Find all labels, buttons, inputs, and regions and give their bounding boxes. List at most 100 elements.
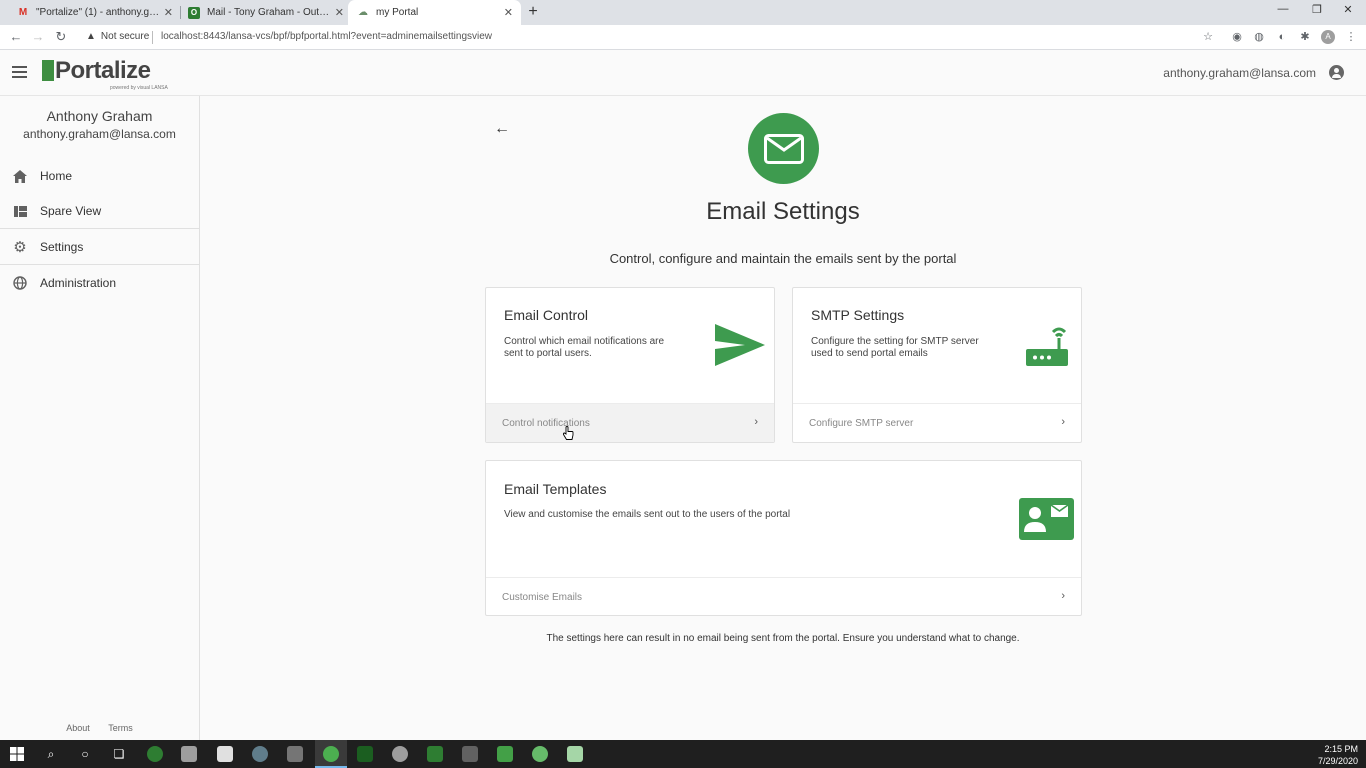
cortana-icon[interactable]: ○ xyxy=(77,746,93,762)
back-arrow-icon[interactable]: ← xyxy=(494,121,510,137)
card-title: Email Control xyxy=(504,307,589,323)
tab-title: Mail - Tony Graham - Outlook xyxy=(207,7,331,18)
logo-mark xyxy=(42,60,54,81)
tab-gmail[interactable]: M "Portalize" (1) - anthony.graham ✕ xyxy=(8,0,181,25)
chevron-right-icon: › xyxy=(1061,590,1065,602)
email-templates-card: Email Templates View and customise the e… xyxy=(485,460,1082,616)
sidebar-user-name: Anthony Graham xyxy=(46,108,153,124)
portal-icon: ☁ xyxy=(358,7,368,18)
extension-icon[interactable]: ◐ xyxy=(1275,30,1289,44)
email-hero-icon xyxy=(748,113,819,184)
header-user-email: anthony.graham@lansa.com xyxy=(1163,66,1316,80)
store-icon[interactable] xyxy=(217,746,233,762)
edge-icon[interactable] xyxy=(147,746,163,762)
sidebar-item-administration[interactable]: Administration xyxy=(0,266,199,301)
hand-cursor-icon xyxy=(562,426,574,440)
forward-icon[interactable]: → xyxy=(30,29,46,44)
account-circle-icon[interactable] xyxy=(1329,65,1344,80)
extension-icon[interactable]: ◍ xyxy=(1252,30,1266,44)
url-field[interactable]: localhost:8443/lansa-vcs/bpf/bpfportal.h… xyxy=(161,31,492,42)
address-bar: ← → ↻ ▲ Not secure localhost:8443/lansa-… xyxy=(0,25,1366,50)
system-clock[interactable]: 2:15 PM 7/29/2020 xyxy=(1318,743,1358,767)
menu-dots-icon[interactable]: ⋮ xyxy=(1344,30,1358,44)
puzzle-icon[interactable]: ✱ xyxy=(1298,30,1312,44)
close-tab-icon[interactable]: ✕ xyxy=(164,6,173,19)
page-subtitle: Control, configure and maintain the emai… xyxy=(609,251,957,266)
sidebar-item-label: Home xyxy=(40,169,73,183)
app-icon[interactable] xyxy=(497,746,513,762)
sidebar-item-home[interactable]: Home xyxy=(0,159,199,194)
sidebar-footer: About Terms xyxy=(0,723,199,733)
tab-my-portal[interactable]: ☁ my Portal ✕ xyxy=(348,0,521,25)
clock-time: 2:15 PM xyxy=(1324,744,1358,754)
app-icon[interactable] xyxy=(252,746,268,762)
router-icon xyxy=(1025,324,1069,373)
clock-date: 7/29/2020 xyxy=(1317,756,1358,766)
bookmark-star-icon[interactable]: ☆ xyxy=(1201,30,1215,44)
sidebar-item-settings[interactable]: ⚙ Settings xyxy=(0,230,199,265)
page-title: Email Settings xyxy=(706,198,860,225)
windows-taskbar: ⌕ ○ ❏ 2:15 PM 7/29/2020 xyxy=(0,740,1366,768)
home-icon xyxy=(13,169,27,183)
extension-icon[interactable]: ◉ xyxy=(1230,30,1244,44)
gmail-icon: M xyxy=(18,7,28,18)
card-description: View and customise the emails sent out t… xyxy=(504,509,791,520)
portalize-logo[interactable]: Portalize powered by visual LANSA xyxy=(42,57,168,91)
contact-mail-icon xyxy=(1019,498,1074,545)
search-icon[interactable]: ⌕ xyxy=(43,746,59,762)
windows-start-icon[interactable] xyxy=(9,746,25,762)
gear-icon: ⚙ xyxy=(13,239,27,256)
sidebar-item-spare-view[interactable]: Spare View xyxy=(0,194,199,229)
chevron-right-icon: › xyxy=(754,416,758,428)
about-link[interactable]: About xyxy=(66,723,90,733)
card-action-label: Control notifications xyxy=(502,417,590,429)
security-indicator[interactable]: ▲ Not secure xyxy=(86,31,149,42)
divider xyxy=(152,31,153,44)
hamburger-menu-icon[interactable] xyxy=(12,66,27,78)
sidebar-item-label: Settings xyxy=(40,240,84,254)
logo-text: Portalize xyxy=(55,57,151,84)
sidebar-user-email: anthony.graham@lansa.com xyxy=(23,127,176,141)
app-icon[interactable] xyxy=(427,746,443,762)
minimize-button[interactable]: — xyxy=(1275,3,1291,15)
restore-button[interactable]: ❐ xyxy=(1309,3,1325,16)
reload-icon[interactable]: ↻ xyxy=(53,29,69,45)
card-title: SMTP Settings xyxy=(811,307,905,323)
configure-smtp-link[interactable]: Configure SMTP server › xyxy=(793,403,1081,442)
card-description: Configure the setting for SMTP server us… xyxy=(811,336,979,359)
send-icon xyxy=(715,324,765,371)
security-label: Not secure xyxy=(100,31,150,42)
sidebar-item-label: Administration xyxy=(40,276,117,290)
app-icon[interactable] xyxy=(567,746,583,762)
warning-icon: ▲ xyxy=(86,31,96,42)
card-action-label: Configure SMTP server xyxy=(809,417,914,429)
word-icon[interactable] xyxy=(357,746,373,762)
app-icon[interactable] xyxy=(532,746,548,762)
profile-avatar[interactable]: A xyxy=(1321,30,1335,44)
view-icon xyxy=(13,204,27,218)
customise-emails-link[interactable]: Customise Emails › xyxy=(486,577,1081,616)
card-description: Control which email notifications are se… xyxy=(504,336,665,359)
card-action-label: Customise Emails xyxy=(502,591,583,603)
new-tab-button[interactable]: + xyxy=(525,3,541,21)
card-title: Email Templates xyxy=(504,481,607,497)
app-icon[interactable] xyxy=(392,746,408,762)
close-tab-icon[interactable]: ✕ xyxy=(335,6,344,19)
sidebar-item-label: Spare View xyxy=(40,204,102,218)
task-view-icon[interactable]: ❏ xyxy=(111,746,127,762)
chrome-icon[interactable] xyxy=(323,746,339,762)
app-icon[interactable] xyxy=(462,746,478,762)
calculator-icon[interactable] xyxy=(287,746,303,762)
control-notifications-link[interactable]: Control notifications › xyxy=(486,403,774,442)
file-explorer-icon[interactable] xyxy=(181,746,197,762)
back-icon[interactable]: ← xyxy=(8,29,24,44)
close-window-button[interactable]: ✕ xyxy=(1340,3,1356,16)
logo-subtext: powered by visual LANSA xyxy=(110,85,168,91)
terms-link[interactable]: Terms xyxy=(108,723,133,733)
tab-title: my Portal xyxy=(376,7,419,18)
tab-outlook[interactable]: O Mail - Tony Graham - Outlook ✕ xyxy=(179,0,352,25)
app-header: Portalize powered by visual LANSA anthon… xyxy=(0,51,1366,96)
sidebar: Anthony Graham anthony.graham@lansa.com … xyxy=(0,96,200,740)
warning-notice: The settings here can result in no email… xyxy=(546,633,1020,644)
close-tab-icon[interactable]: ✕ xyxy=(504,6,513,19)
